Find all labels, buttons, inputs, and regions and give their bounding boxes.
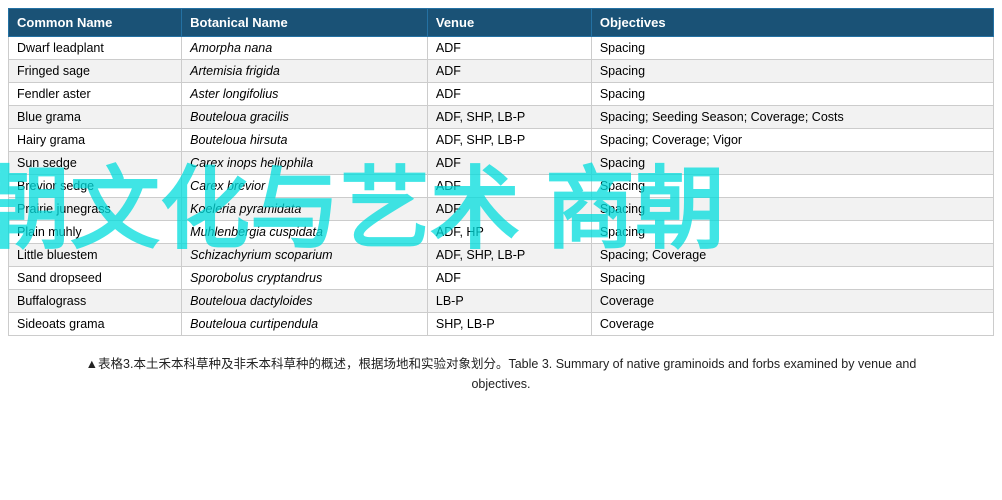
table-cell: Dwarf leadplant (9, 37, 182, 60)
table-cell: Buffalograss (9, 290, 182, 313)
table-row: BuffalograssBouteloua dactyloidesLB-PCov… (9, 290, 994, 313)
table-cell: Spacing; Seeding Season; Coverage; Costs (591, 106, 993, 129)
table-cell: Sun sedge (9, 152, 182, 175)
table-cell: ADF, SHP, LB-P (427, 129, 591, 152)
table-cell: Schizachyrium scoparium (182, 244, 428, 267)
table-header-row: Common Name Botanical Name Venue Objecti… (9, 9, 994, 37)
table-cell: ADF, SHP, LB-P (427, 106, 591, 129)
table-row: Plain muhlyMuhlenbergia cuspidataADF, HP… (9, 221, 994, 244)
table-cell: ADF, HP (427, 221, 591, 244)
table-cell: Aster longifolius (182, 83, 428, 106)
table-cell: Brevior sedge (9, 175, 182, 198)
table-cell: LB-P (427, 290, 591, 313)
table-cell: Spacing (591, 198, 993, 221)
col-common-name: Common Name (9, 9, 182, 37)
table-cell: Blue grama (9, 106, 182, 129)
col-botanical-name: Botanical Name (182, 9, 428, 37)
table-cell: ADF (427, 198, 591, 221)
col-objectives: Objectives (591, 9, 993, 37)
table-cell: Spacing (591, 60, 993, 83)
table-cell: Spacing (591, 83, 993, 106)
table-cell: Hairy grama (9, 129, 182, 152)
table-cell: ADF (427, 152, 591, 175)
table-cell: Sand dropseed (9, 267, 182, 290)
table-row: Hairy gramaBouteloua hirsutaADF, SHP, LB… (9, 129, 994, 152)
table-cell: Spacing; Coverage (591, 244, 993, 267)
table-row: Fringed sageArtemisia frigidaADFSpacing (9, 60, 994, 83)
table-row: Dwarf leadplantAmorpha nanaADFSpacing (9, 37, 994, 60)
caption-triangle: ▲ (86, 357, 98, 371)
table-row: Sand dropseedSporobolus cryptandrusADFSp… (9, 267, 994, 290)
table-cell: Plain muhly (9, 221, 182, 244)
table-cell: Fringed sage (9, 60, 182, 83)
table-cell: Carex brevior (182, 175, 428, 198)
table-cell: Spacing (591, 267, 993, 290)
table-cell: Bouteloua hirsuta (182, 129, 428, 152)
table-cell: Amorpha nana (182, 37, 428, 60)
table-cell: ADF (427, 37, 591, 60)
caption-area: ▲表格3.本土禾本科草种及非禾本科草种的概述，根据场地和实验对象划分。Table… (0, 354, 1002, 404)
table-cell: Little bluestem (9, 244, 182, 267)
caption-text-cn: 表格3.本土禾本科草种及非禾本科草种的概述，根据场地和实验对象划分。 (98, 357, 508, 371)
table-cell: ADF (427, 60, 591, 83)
table-cell: ADF (427, 175, 591, 198)
table-row: Sun sedgeCarex inops heliophilaADFSpacin… (9, 152, 994, 175)
table-cell: Spacing (591, 152, 993, 175)
table-cell: Spacing (591, 175, 993, 198)
table-cell: Koeleria pyramidata (182, 198, 428, 221)
table-body: Dwarf leadplantAmorpha nanaADFSpacingFri… (9, 37, 994, 336)
table-cell: Sporobolus cryptandrus (182, 267, 428, 290)
table-cell: Sideoats grama (9, 313, 182, 336)
table-cell: Coverage (591, 290, 993, 313)
table-cell: Spacing; Coverage; Vigor (591, 129, 993, 152)
table-cell: Coverage (591, 313, 993, 336)
col-venue: Venue (427, 9, 591, 37)
table-cell: Bouteloua curtipendula (182, 313, 428, 336)
table-cell: Artemisia frigida (182, 60, 428, 83)
table-cell: Muhlenbergia cuspidata (182, 221, 428, 244)
table-cell: Bouteloua dactyloides (182, 290, 428, 313)
table-cell: Prairie junegrass (9, 198, 182, 221)
table-cell: Spacing (591, 221, 993, 244)
table-row: Blue gramaBouteloua gracilisADF, SHP, LB… (9, 106, 994, 129)
table-row: Brevior sedgeCarex breviorADFSpacing (9, 175, 994, 198)
table-row: Little bluestemSchizachyrium scopariumAD… (9, 244, 994, 267)
table-cell: Bouteloua gracilis (182, 106, 428, 129)
caption-text-en: Table 3. Summary of native graminoids an… (471, 357, 916, 391)
data-table: Common Name Botanical Name Venue Objecti… (8, 8, 994, 336)
table-cell: Fendler aster (9, 83, 182, 106)
table-row: Fendler asterAster longifoliusADFSpacing (9, 83, 994, 106)
table-row: Prairie junegrassKoeleria pyramidataADFS… (9, 198, 994, 221)
table-cell: SHP, LB-P (427, 313, 591, 336)
table-row: Sideoats gramaBouteloua curtipendulaSHP,… (9, 313, 994, 336)
table-cell: ADF, SHP, LB-P (427, 244, 591, 267)
table-cell: ADF (427, 267, 591, 290)
table-cell: Carex inops heliophila (182, 152, 428, 175)
table-cell: Spacing (591, 37, 993, 60)
table-container: Common Name Botanical Name Venue Objecti… (0, 0, 1002, 336)
table-cell: ADF (427, 83, 591, 106)
